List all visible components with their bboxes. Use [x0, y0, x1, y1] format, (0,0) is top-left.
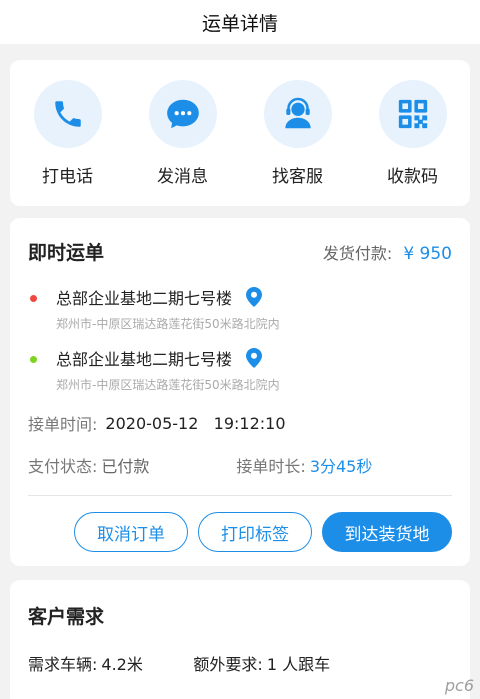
extra-value: 1 人跟车 — [266, 655, 331, 674]
location-pin-icon[interactable] — [246, 348, 263, 368]
duration-label: 接单时长: — [236, 457, 306, 476]
extra-label: 额外要求: — [193, 655, 263, 674]
payment-code-label: 收款码 — [387, 167, 438, 187]
duration-value: 3分45秒 — [309, 457, 373, 476]
payment-summary: 发货付款: ¥ 950 — [323, 240, 452, 264]
cancel-order-button[interactable]: 取消订单 — [74, 512, 188, 552]
watermark-logo: pc6 — [444, 676, 474, 695]
requirements-row: 需求车辆: 4.2米 额外要求: 1 人跟车 — [28, 651, 452, 675]
payment-amount: ¥ 950 — [403, 243, 452, 264]
chat-icon — [148, 80, 217, 148]
delivery-address-name: 总部企业基地二期七号楼 — [56, 350, 233, 369]
requirements-card: 客户需求 需求车辆: 4.2米 额外要求: 1 人跟车 — [10, 580, 470, 699]
customer-service-label: 找客服 — [272, 167, 323, 187]
vehicle-value: 4.2米 — [101, 655, 143, 674]
print-label-button[interactable]: 打印标签 — [198, 512, 312, 552]
order-card: 即时运单 发货付款: ¥ 950 总部企业基地二期七号楼 郑州市-中原区瑞达路莲… — [10, 218, 470, 566]
order-action-buttons: 取消订单 打印标签 到达装货地 — [28, 512, 452, 552]
pickup-dot-icon — [30, 295, 37, 302]
payment-code-button[interactable]: 收款码 — [363, 80, 463, 187]
phone-icon — [33, 80, 102, 148]
page-title: 运单详情 — [201, 12, 278, 35]
status-row: 支付状态: 已付款 接单时长: 3分45秒 — [28, 453, 452, 477]
divider — [28, 495, 452, 496]
vehicle-label: 需求车辆: — [28, 655, 98, 674]
pay-status-value: 已付款 — [101, 457, 150, 476]
customer-service-icon — [263, 80, 332, 148]
delivery-dot-icon — [30, 356, 37, 363]
pickup-address-name: 总部企业基地二期七号楼 — [56, 289, 233, 308]
arrive-loading-button[interactable]: 到达装货地 — [322, 512, 452, 552]
pickup-address-detail: 郑州市-中原区瑞达路莲花街50米路北院内 — [56, 317, 280, 331]
payment-label: 发货付款: — [322, 243, 393, 263]
quick-actions-card: 打电话 发消息 找客服 收款码 — [10, 60, 470, 206]
location-pin-icon[interactable] — [246, 287, 263, 307]
call-button[interactable]: 打电话 — [18, 80, 118, 187]
message-button[interactable]: 发消息 — [133, 80, 233, 187]
customer-service-button[interactable]: 找客服 — [248, 80, 348, 187]
pay-status-label: 支付状态: — [28, 457, 98, 476]
requirements-title: 客户需求 — [28, 606, 105, 628]
order-header: 即时运单 发货付款: ¥ 950 — [28, 238, 452, 265]
pickup-address: 总部企业基地二期七号楼 郑州市-中原区瑞达路莲花街50米路北院内 — [28, 285, 452, 332]
order-type-title: 即时运单 — [28, 242, 105, 264]
delivery-address: 总部企业基地二期七号楼 郑州市-中原区瑞达路莲花街50米路北院内 — [28, 346, 452, 393]
page-header: 运单详情 — [0, 0, 480, 44]
qr-code-icon — [378, 80, 447, 148]
accept-time-row: 接单时间: 2020-05-12 19:12:10 — [28, 411, 452, 435]
delivery-address-detail: 郑州市-中原区瑞达路莲花街50米路北院内 — [56, 378, 280, 392]
call-label: 打电话 — [42, 167, 93, 187]
accept-time-label: 接单时间: — [28, 415, 98, 434]
message-label: 发消息 — [157, 167, 208, 187]
accept-time-value: 2020-05-12 19:12:10 — [105, 413, 286, 433]
